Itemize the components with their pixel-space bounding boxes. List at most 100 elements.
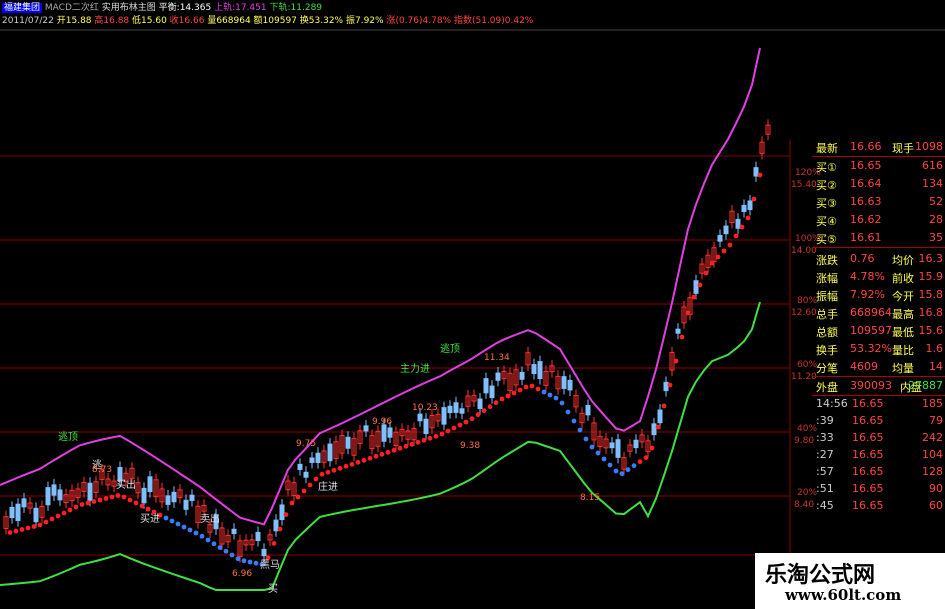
mid-band-dot: [319, 471, 325, 477]
candle-body: [489, 385, 495, 399]
stat-value: 0.76: [850, 252, 875, 265]
mid-band-dot: [145, 506, 151, 512]
candle-body: [189, 494, 195, 501]
mid-band-dot: [499, 396, 505, 402]
signal-label: 主力进: [400, 362, 430, 375]
stat-label: 前收: [892, 272, 914, 285]
candle-body: [345, 436, 351, 449]
bid-row[interactable]: 买④ 16.62 28: [812, 211, 945, 229]
candle-body: [183, 499, 189, 510]
mid-band-dot: [595, 450, 601, 456]
mid-band-dot: [19, 527, 25, 532]
mid-band-dot: [541, 389, 547, 395]
mid-band-dot: [559, 400, 565, 406]
chart-name[interactable]: 实用布林主图: [102, 3, 156, 13]
tick-price: 16.65: [852, 414, 884, 427]
stat-value: 668964: [850, 306, 892, 319]
stat-value: 16.8: [918, 306, 944, 319]
candle-body: [147, 476, 153, 493]
tick-volume: 90: [929, 482, 943, 495]
mid-band-dot: [223, 548, 229, 554]
stock-name[interactable]: 福建集团: [2, 3, 43, 13]
chart-header-line1: 福建集团 MACD二次红 实用布林主图 平衡:14.365 上轨:17.451 …: [2, 3, 322, 14]
mid-band-dot: [289, 500, 295, 506]
turnover: 换53.32%: [299, 16, 344, 26]
stat-label: 最低: [892, 326, 914, 339]
mid-band-dot: [115, 493, 121, 498]
mid-band-dot: [79, 502, 85, 507]
candle-body: [519, 371, 525, 380]
tick-list[interactable]: 14:56 16.65 185:39 16.65 79:33 16.65 242:27 16.…: [812, 396, 945, 515]
mid-band-dot: [199, 533, 205, 539]
mid-band-dot: [31, 524, 37, 529]
tick-row: :51 16.65 90: [812, 481, 945, 498]
candle-body: [657, 409, 663, 424]
stat-label: 总额: [816, 326, 838, 339]
lower-label: 下轨:: [269, 3, 291, 13]
signal-label: 黑马: [260, 559, 280, 571]
bid-volume: 52: [929, 195, 943, 208]
mid-band-dot: [103, 496, 109, 501]
mid-band-dot: [493, 400, 499, 406]
mid-band-dot: [631, 463, 637, 469]
latest-row: 最新 16.66 现手 1098: [812, 138, 945, 157]
candle-body: [255, 531, 261, 542]
mid-band-dot: [661, 403, 667, 409]
mid-band-dot: [619, 471, 625, 477]
mid-band-dot: [529, 383, 535, 389]
bid-price: 16.61: [850, 231, 882, 244]
mid-band-dot: [739, 224, 745, 230]
mid-band-dot: [253, 560, 259, 566]
mid-band-dot: [709, 260, 715, 266]
candle-body: [417, 413, 423, 422]
mid-band-dot: [613, 468, 619, 474]
bid-row[interactable]: 买① 16.65 616: [812, 157, 945, 175]
mid-band-dot: [343, 463, 349, 469]
stat-value: 4609: [850, 360, 878, 373]
stat-row: 总手 668964 最高 16.8: [812, 304, 945, 322]
candle-body: [9, 506, 15, 519]
stat-label: 涨幅: [816, 272, 838, 285]
mid-band-dot: [355, 459, 361, 465]
low: 低15.60: [132, 16, 167, 26]
candle-body: [33, 507, 39, 523]
mid-band-dot: [61, 510, 67, 516]
stat-label: 均价: [892, 254, 914, 267]
mid-band-dot: [295, 494, 301, 500]
mid-band-dot: [703, 270, 709, 276]
stat-row: 换手 53.32% 量比 1.6: [812, 340, 945, 358]
stat-value: 15.8: [918, 288, 944, 301]
candle-body: [663, 381, 669, 392]
stat-value: 53.32%: [850, 342, 892, 355]
stat-label: 涨跌: [816, 254, 838, 267]
mid-band-dot: [73, 504, 79, 510]
bid-label: 买②: [816, 179, 837, 192]
stat-value: 14: [929, 360, 943, 373]
mid-band-dot: [487, 404, 493, 410]
candle-body: [675, 328, 681, 334]
mid-band-dot: [181, 524, 187, 530]
bid-row[interactable]: 买⑤ 16.61 35: [812, 229, 945, 247]
mid-band-dot: [97, 497, 103, 503]
mid-band-dot: [439, 431, 445, 437]
stat-row: 涨幅 4.78% 前收 15.9: [812, 268, 945, 286]
outer-label: 外盘: [816, 381, 838, 394]
tick-row: :57 16.65 128: [812, 464, 945, 481]
mid-band-dot: [427, 435, 433, 441]
stat-value: 4.78%: [850, 270, 885, 283]
stat-value: 109597: [850, 324, 892, 337]
lower-value: 11.289: [290, 3, 323, 13]
bid-row[interactable]: 买③ 16.63 52: [812, 193, 945, 211]
mid-band-dot: [655, 424, 661, 430]
candle-body: [609, 442, 615, 449]
stat-value: 15.6: [918, 324, 944, 337]
change: 涨(0.76)4.78%: [386, 16, 452, 26]
mid-band-dot: [727, 242, 733, 248]
tick-price: 16.65: [852, 465, 884, 478]
mid-band-dot: [751, 196, 757, 202]
bid-row[interactable]: 买② 16.64 134: [812, 175, 945, 193]
close: 收16.66: [169, 16, 205, 26]
indicator-name[interactable]: MACD二次红: [45, 3, 99, 13]
now-label: 现手: [892, 142, 914, 155]
mid-band-dot: [7, 530, 13, 535]
